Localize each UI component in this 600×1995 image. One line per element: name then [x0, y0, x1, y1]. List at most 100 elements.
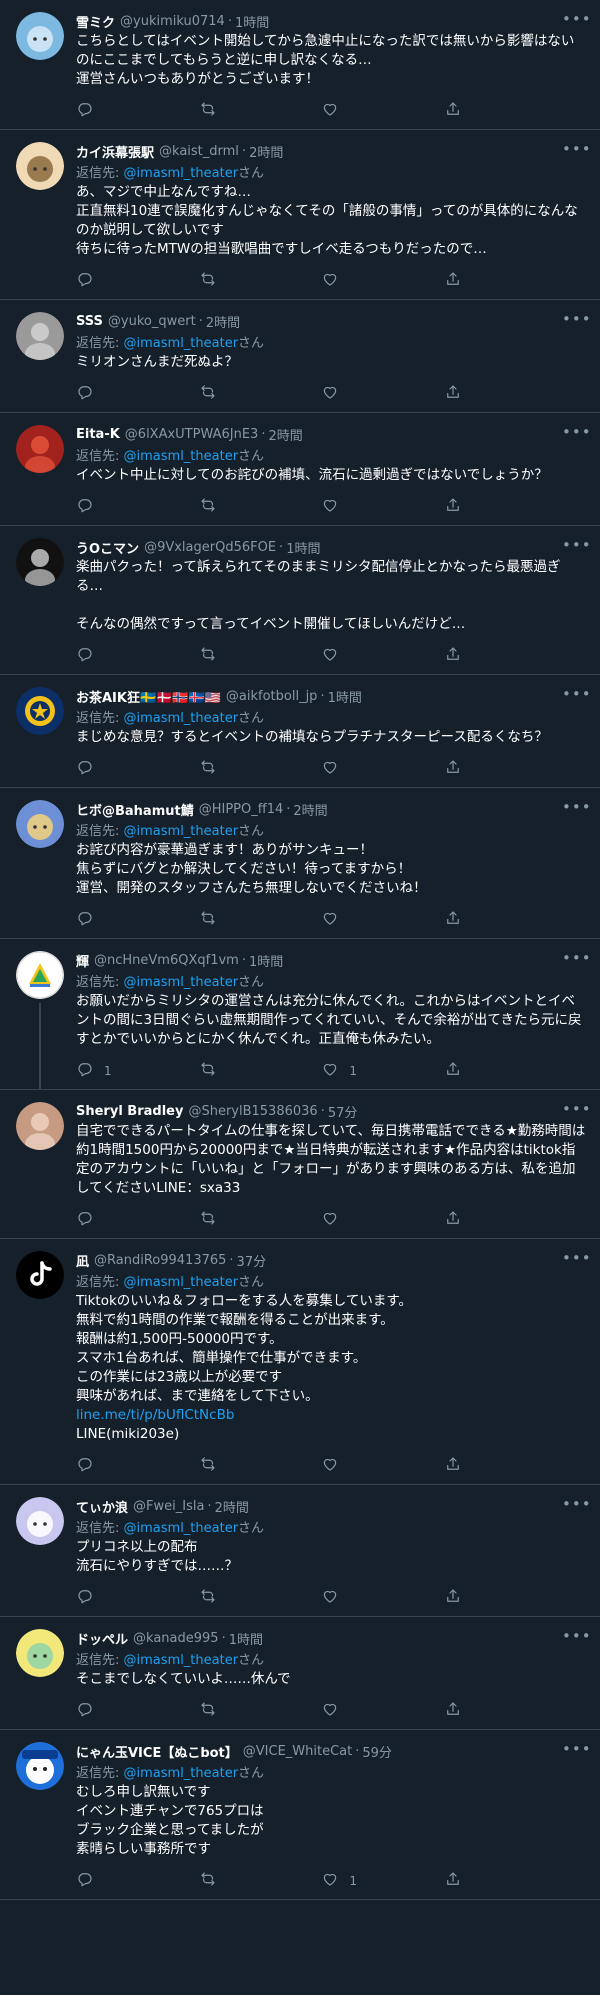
retweet-button[interactable]	[199, 1588, 251, 1608]
share-button[interactable]	[444, 1456, 496, 1476]
reply-button[interactable]	[76, 497, 128, 517]
avatar[interactable]	[16, 800, 64, 848]
avatar[interactable]	[16, 687, 64, 735]
like-button[interactable]	[321, 497, 373, 517]
more-options-icon[interactable]: •••	[562, 1100, 591, 1122]
display-name[interactable]: ヒボ@Bahamut鯖	[76, 800, 194, 819]
like-button[interactable]	[321, 910, 373, 930]
display-name[interactable]: ドッペル	[76, 1629, 128, 1648]
like-button[interactable]	[321, 1701, 373, 1721]
tweet[interactable]: ••• お茶AIK狂🇸🇪🇩🇰🇳🇴🇮🇸🇺🇸 @aikfotboll_jp · 1時間 返信先…	[0, 675, 600, 788]
display-name[interactable]: 雪ミク	[76, 12, 115, 31]
retweet-button[interactable]	[199, 759, 251, 779]
avatar[interactable]	[16, 1629, 64, 1677]
retweet-button[interactable]	[199, 384, 251, 404]
tweet[interactable]: ••• 凪 @RandiRo99413765 · 37分 返信先: @imasml_the…	[0, 1239, 600, 1485]
tweet[interactable]: ••• SSS @yuko_qwert · 2時間 返信先: @imasml_theate…	[0, 300, 600, 413]
reply-button[interactable]	[76, 646, 128, 666]
tweet[interactable]: ••• 輝 @ncHneVm6QXqf1vm · 1時間 返信先: @imasml_the…	[0, 939, 600, 1090]
like-button[interactable]	[321, 1210, 373, 1230]
reply-mention-link[interactable]: @imasml_theater	[124, 711, 239, 726]
display-name[interactable]: お茶AIK狂🇸🇪🇩🇰🇳🇴🇮🇸🇺🇸	[76, 687, 221, 706]
share-button[interactable]	[444, 1061, 496, 1081]
user-handle[interactable]: @kaist_drml	[159, 144, 239, 159]
reply-mention-link[interactable]: @imasml_theater	[124, 824, 239, 839]
like-button[interactable]	[321, 1456, 373, 1476]
more-options-icon[interactable]: •••	[562, 949, 591, 971]
timestamp[interactable]: 2時間	[268, 425, 302, 444]
tweet-link[interactable]: line.me/ti/p/bUflCtNcBb	[76, 1407, 234, 1423]
timestamp[interactable]: 2時間	[215, 1497, 249, 1516]
reply-button[interactable]	[76, 1588, 128, 1608]
display-name[interactable]: Eita-K	[76, 427, 120, 442]
retweet-button[interactable]	[199, 1456, 251, 1476]
user-handle[interactable]: @yukimiku0714	[120, 14, 225, 29]
tweet[interactable]: ••• Eita-K @6lXAxUTPWA6JnE3 · 2時間 返信先: @imasm…	[0, 413, 600, 526]
display-name[interactable]: Sheryl Bradley	[76, 1104, 183, 1119]
reply-button[interactable]	[76, 384, 128, 404]
display-name[interactable]: てぃか浪	[76, 1497, 128, 1516]
avatar[interactable]	[16, 312, 64, 360]
avatar[interactable]	[16, 1102, 64, 1150]
reply-button[interactable]	[76, 1701, 128, 1721]
like-button[interactable]: 1	[321, 1061, 373, 1081]
display-name[interactable]: 凪	[76, 1251, 89, 1270]
display-name[interactable]: にゃん玉VICE【ぬこbot】	[76, 1742, 238, 1761]
timestamp[interactable]: 1時間	[328, 687, 362, 706]
user-handle[interactable]: @VICE_WhiteCat	[243, 1744, 352, 1759]
reply-mention-link[interactable]: @imasml_theater	[124, 166, 239, 181]
reply-button[interactable]	[76, 910, 128, 930]
more-options-icon[interactable]: •••	[562, 1249, 591, 1271]
more-options-icon[interactable]: •••	[562, 1627, 591, 1649]
like-button[interactable]	[321, 384, 373, 404]
user-handle[interactable]: @yuko_qwert	[108, 314, 196, 329]
share-button[interactable]	[444, 271, 496, 291]
avatar[interactable]	[16, 425, 64, 473]
retweet-button[interactable]	[199, 910, 251, 930]
tweet[interactable]: ••• にゃん玉VICE【ぬこbot】 @VICE_WhiteCat · 59分 返信先:…	[0, 1730, 600, 1900]
more-options-icon[interactable]: •••	[562, 310, 591, 332]
display-name[interactable]: SSS	[76, 314, 103, 329]
display-name[interactable]: カイ浜幕張駅	[76, 142, 154, 161]
share-button[interactable]	[444, 1701, 496, 1721]
timestamp[interactable]: 2時間	[206, 312, 240, 331]
share-button[interactable]	[444, 101, 496, 121]
avatar[interactable]	[16, 538, 64, 586]
reply-mention-link[interactable]: @imasml_theater	[124, 975, 239, 990]
timestamp[interactable]: 1時間	[229, 1629, 263, 1648]
avatar[interactable]	[16, 142, 64, 190]
reply-mention-link[interactable]: @imasml_theater	[124, 1275, 239, 1290]
share-button[interactable]	[444, 1588, 496, 1608]
like-button[interactable]	[321, 646, 373, 666]
avatar[interactable]	[16, 951, 64, 999]
like-button[interactable]	[321, 101, 373, 121]
share-button[interactable]	[444, 1210, 496, 1230]
more-options-icon[interactable]: •••	[562, 685, 591, 707]
retweet-button[interactable]	[199, 497, 251, 517]
retweet-button[interactable]	[199, 271, 251, 291]
user-handle[interactable]: @ncHneVm6QXqf1vm	[94, 953, 239, 968]
like-button[interactable]: 1	[321, 1871, 373, 1891]
user-handle[interactable]: @HIPPO_ff14	[199, 802, 284, 817]
timestamp[interactable]: 57分	[328, 1102, 358, 1121]
like-button[interactable]	[321, 1588, 373, 1608]
timestamp[interactable]: 1時間	[286, 538, 320, 557]
retweet-button[interactable]	[199, 101, 251, 121]
reply-mention-link[interactable]: @imasml_theater	[124, 336, 239, 351]
avatar[interactable]	[16, 12, 64, 60]
display-name[interactable]: 輝	[76, 951, 89, 970]
tweet[interactable]: ••• カイ浜幕張駅 @kaist_drml · 2時間 返信先: @imasml_the…	[0, 130, 600, 300]
share-button[interactable]	[444, 910, 496, 930]
user-handle[interactable]: @6lXAxUTPWA6JnE3	[125, 427, 259, 442]
reply-button[interactable]	[76, 1210, 128, 1230]
user-handle[interactable]: @9VxlagerQd56FOE	[144, 540, 276, 555]
avatar[interactable]	[16, 1742, 64, 1790]
avatar[interactable]	[16, 1497, 64, 1545]
tweet[interactable]: ••• ヒボ@Bahamut鯖 @HIPPO_ff14 · 2時間 返信先: @imasm…	[0, 788, 600, 939]
reply-mention-link[interactable]: @imasml_theater	[124, 1766, 239, 1781]
reply-button[interactable]	[76, 271, 128, 291]
timestamp[interactable]: 2時間	[249, 142, 283, 161]
more-options-icon[interactable]: •••	[562, 423, 591, 445]
retweet-button[interactable]	[199, 1701, 251, 1721]
tweet[interactable]: ••• 雪ミク @yukimiku0714 · 1時間 こちらとしてはイベント開始してから…	[0, 0, 600, 130]
